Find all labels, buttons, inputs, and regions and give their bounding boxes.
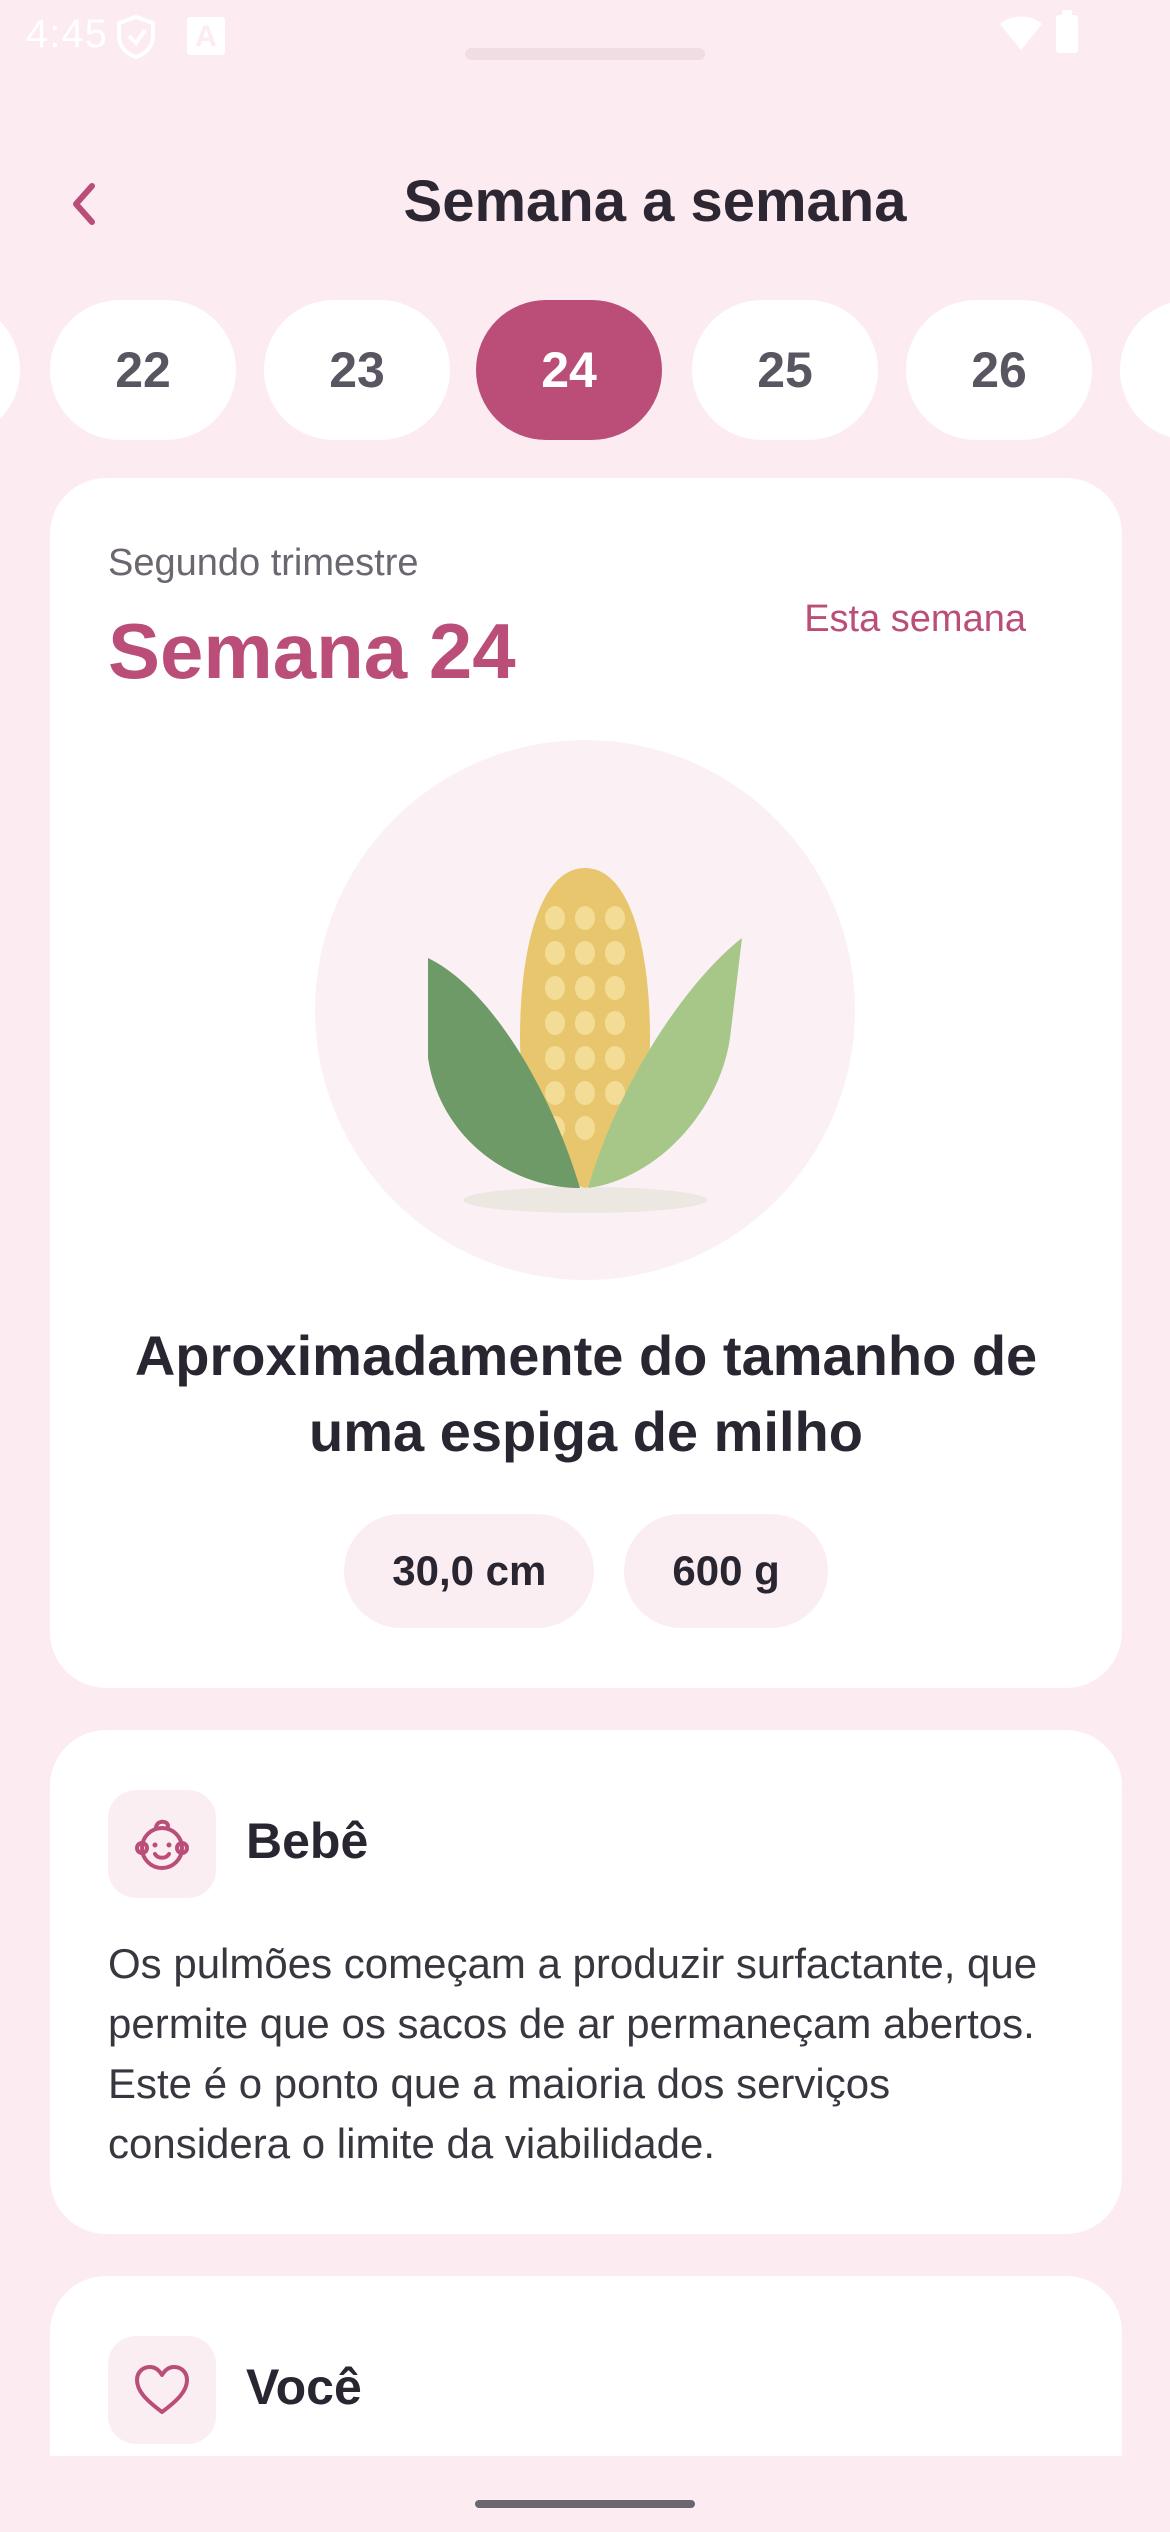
weight-chip: 600 g [624, 1514, 828, 1628]
font-a-icon: A [187, 17, 225, 55]
week-summary-card: Segundo trimestre Semana 24 Esta semana … [50, 478, 1122, 1688]
status-time: 4:45 [26, 12, 108, 56]
status-bar: 4:45 A [0, 0, 1170, 80]
week-pill[interactable]: 27 [1120, 300, 1170, 440]
baby-section-body: Os pulmões começam a produzir surfactant… [108, 1940, 1038, 2167]
week-pill[interactable]: 25 [692, 300, 878, 440]
baby-icon-tile [108, 1790, 216, 1898]
size-comparison-title: Aproximadamente do tamanho de uma espiga… [134, 1324, 1038, 1463]
header: Semana a semana [0, 150, 1170, 260]
baby-section-title: Bebê [246, 1813, 369, 1869]
bottom-nav-area [0, 2456, 1170, 2532]
notch-indicator [465, 48, 705, 60]
this-week-link[interactable]: Esta semana [804, 598, 1026, 641]
corn-icon [428, 868, 742, 1213]
battery-icon [1056, 10, 1078, 53]
home-indicator[interactable] [475, 2500, 695, 2508]
measurement-chips: 30,0 cm 600 g [50, 1514, 1122, 1628]
week-heading: Semana 24 [108, 607, 516, 695]
trimester-label: Segundo trimestre [108, 542, 419, 584]
week-pill-selected[interactable]: 24 [476, 300, 662, 440]
baby-section-card[interactable]: Bebê Os pulmões começam a produzir surfa… [50, 1730, 1122, 2234]
you-section-title: Você [246, 2359, 362, 2415]
week-pill[interactable]: 26 [906, 300, 1092, 440]
week-pill[interactable]: 23 [264, 300, 450, 440]
week-pill[interactable]: 22 [50, 300, 236, 440]
shield-icon [117, 14, 155, 60]
week-pill[interactable]: 21 [0, 300, 20, 440]
week-selector[interactable]: 21 22 23 24 25 26 27 [0, 298, 1170, 444]
wifi-icon [1000, 16, 1042, 50]
page-title: Semana a semana [403, 169, 907, 234]
heart-icon [135, 2365, 189, 2414]
you-icon-tile [108, 2336, 216, 2444]
app-screen: 4:45 A Semana a semana 21 22 23 24 25 26… [0, 0, 1170, 2532]
length-chip: 30,0 cm [344, 1514, 595, 1628]
baby-face-icon [135, 1819, 189, 1870]
